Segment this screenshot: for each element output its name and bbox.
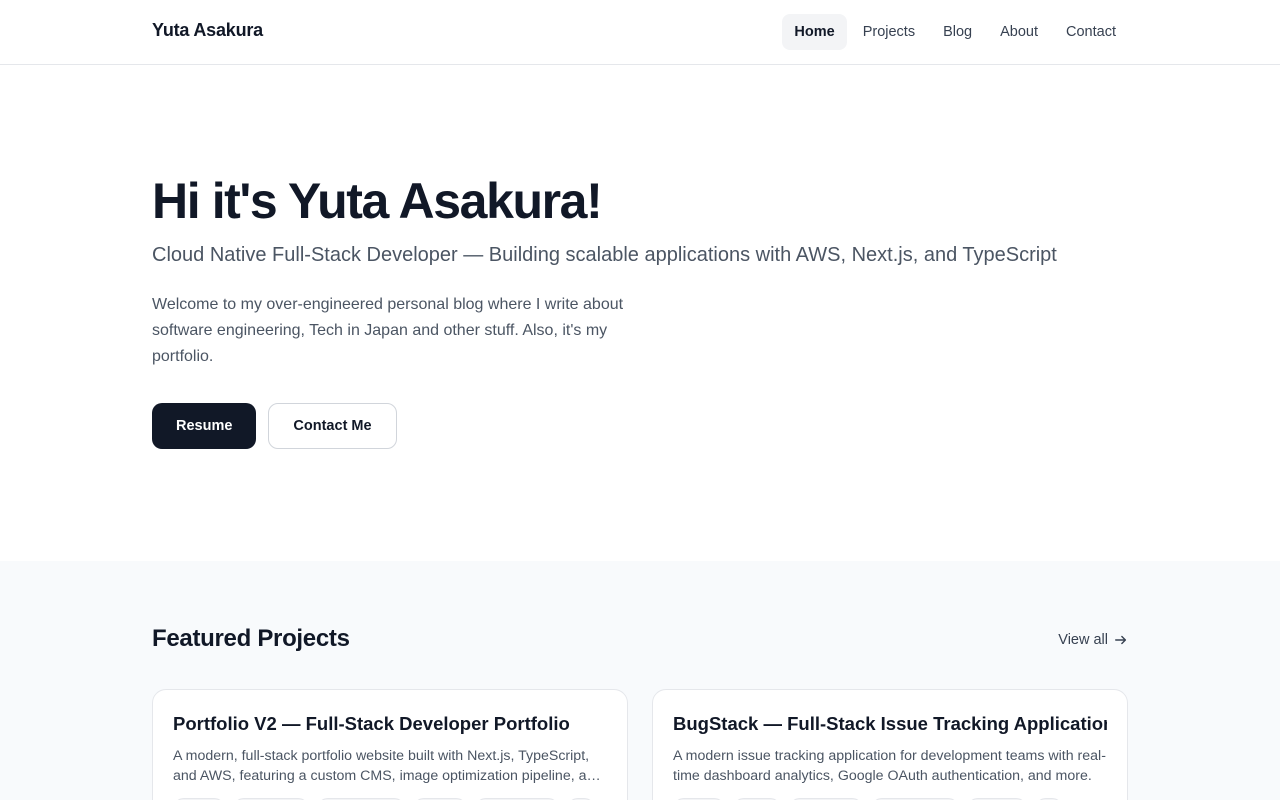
project-card-title: BugStack — Full-Stack Issue Tracking App…: [673, 713, 1107, 734]
featured-projects-title: Featured Projects: [152, 625, 350, 652]
view-all-link[interactable]: View all: [1058, 632, 1128, 648]
nav-item-blog[interactable]: Blog: [931, 14, 984, 50]
view-all-label: View all: [1058, 632, 1108, 648]
site-header: Yuta Asakura Home Projects Blog About Co…: [0, 0, 1280, 65]
nav-item-projects[interactable]: Projects: [851, 14, 927, 50]
project-card-description: A modern, full-stack portfolio website b…: [173, 748, 603, 784]
contact-me-button[interactable]: Contact Me: [268, 403, 397, 449]
project-card[interactable]: Portfolio V2 — Full-Stack Developer Port…: [152, 689, 628, 800]
project-card-description: A modern issue tracking application for …: [673, 748, 1106, 784]
hero-title: Hi it's Yuta Asakura!: [152, 173, 603, 229]
hero-actions: Resume Contact Me: [152, 403, 397, 449]
nav-item-contact[interactable]: Contact: [1054, 14, 1128, 50]
featured-projects-section: Featured Projects View all Portfolio V2 …: [0, 561, 1280, 800]
hero-section: Hi it's Yuta Asakura! Cloud Native Full-…: [0, 65, 1280, 561]
nav-item-about[interactable]: About: [988, 14, 1050, 50]
resume-button[interactable]: Resume: [152, 403, 257, 449]
main-nav: Home Projects Blog About Contact: [782, 14, 1128, 50]
arrow-right-icon: [1115, 635, 1127, 645]
nav-item-home[interactable]: Home: [782, 14, 847, 50]
project-card-title: Portfolio V2 — Full-Stack Developer Port…: [173, 713, 570, 734]
hero-subtitle: Cloud Native Full-Stack Developer — Buil…: [152, 244, 1057, 266]
hero-intro: Welcome to my over-engineered personal b…: [152, 296, 624, 365]
brand-link[interactable]: Yuta Asakura: [152, 20, 263, 41]
project-card[interactable]: BugStack — Full-Stack Issue Tracking App…: [652, 689, 1128, 800]
